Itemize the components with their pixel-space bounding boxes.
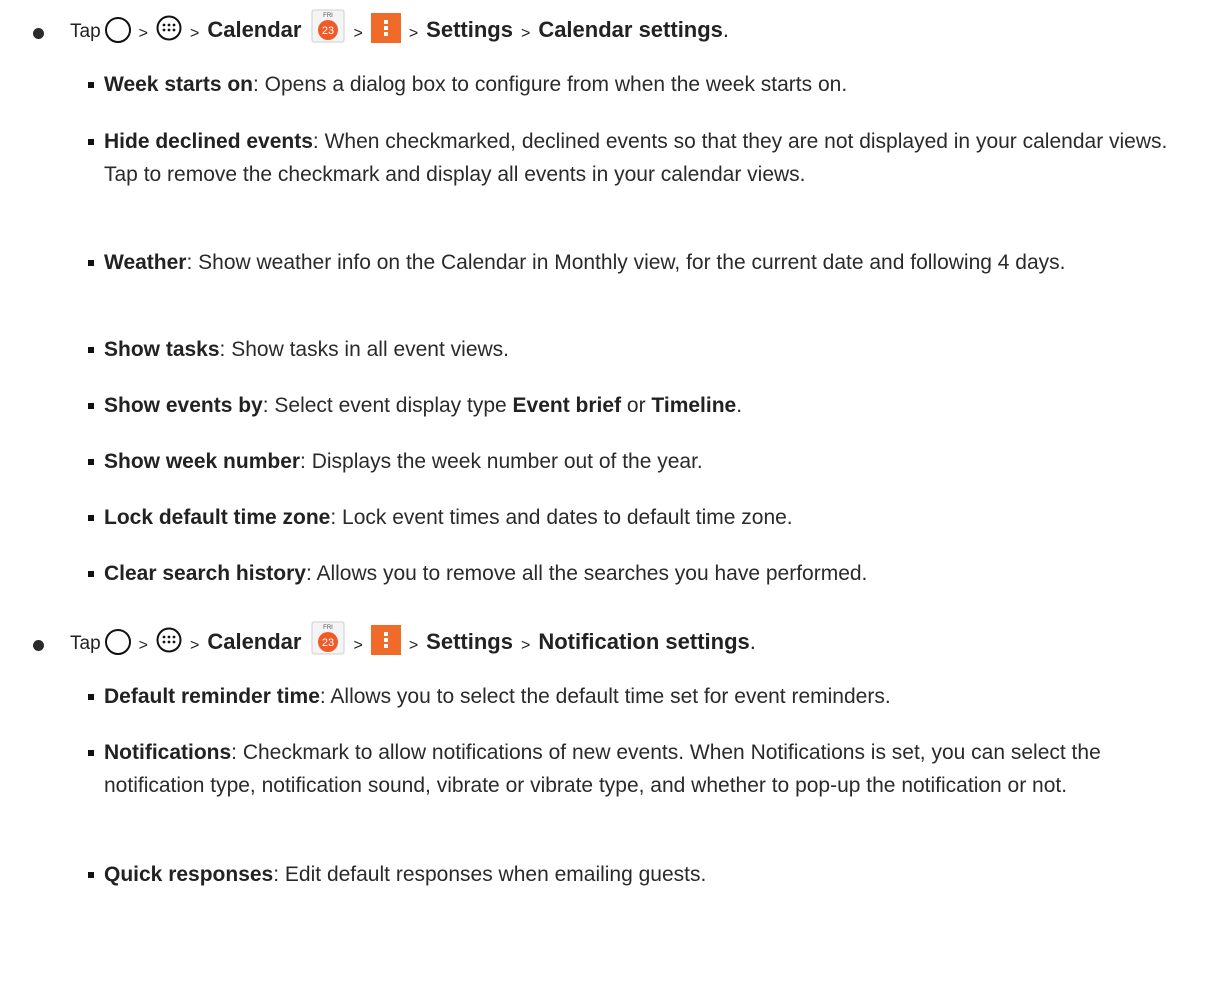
list-item: Show week number: Displays the week numb… [88, 446, 1184, 479]
separator: > [520, 25, 531, 42]
square-bullet-icon [88, 139, 94, 145]
separator: > [138, 25, 148, 42]
separator: > [138, 637, 148, 654]
tap-label: Tap [70, 633, 101, 654]
calendar-label: Calendar [207, 629, 302, 654]
option-timeline: Timeline [651, 394, 737, 417]
item-desc: : Show tasks in all event views. [219, 338, 510, 361]
apps-icon [156, 627, 182, 653]
list-item: Week starts on: Opens a dialog box to co… [88, 69, 1184, 102]
calendar-app-icon: FRI 23 [311, 621, 345, 655]
item-desc: : Displays the week number out of the ye… [300, 450, 703, 473]
separator: > [408, 637, 419, 654]
list-item: Default reminder time: Allows you to sel… [88, 681, 1184, 714]
item-desc: : Lock event times and dates to default … [330, 506, 793, 529]
list-item: Lock default time zone: Lock event times… [88, 502, 1184, 535]
bullet-dot [33, 28, 44, 39]
square-bullet-icon [88, 694, 94, 700]
item-term: Quick responses [104, 863, 274, 886]
settings-label: Settings [426, 17, 513, 42]
target-label: Notification settings [538, 629, 750, 654]
home-icon [104, 17, 131, 43]
separator: > [353, 637, 363, 654]
item-desc: : Allows you to select the default time … [319, 685, 891, 708]
separator: > [189, 25, 200, 42]
item-desc: : Allows you to remove all the searches … [305, 562, 868, 585]
list-item: Show events by: Select event display typ… [88, 390, 1184, 423]
calendar-icon-day: FRI [324, 13, 334, 19]
square-bullet-icon [88, 82, 94, 88]
home-icon [104, 629, 131, 655]
list-item: Clear search history: Allows you to remo… [88, 558, 1184, 591]
list-item: Quick responses: Edit default responses … [88, 859, 1184, 892]
list-item: Hide declined events: When checkmarked, … [88, 126, 1184, 191]
nav-path: Tap > > Calendar FRI 23 > > Settings > [70, 620, 756, 664]
option-event-brief: Event brief [512, 394, 622, 417]
square-bullet-icon [88, 347, 94, 353]
separator: > [408, 25, 419, 42]
calendar-icon-day: FRI [324, 625, 334, 631]
item-term: Lock default time zone [104, 506, 331, 529]
settings-label: Settings [426, 629, 513, 654]
item-term: Weather [104, 251, 187, 274]
overflow-menu-icon [370, 13, 401, 43]
bullet-calendar-settings: Tap > > Calendar FRI 23 > > Settings > C… [0, 0, 1213, 50]
separator: > [520, 637, 531, 654]
square-bullet-icon [88, 403, 94, 409]
period: . [722, 17, 730, 42]
bullet-notification-settings: Tap > > Calendar FRI 23 > > Settings > N… [0, 612, 1213, 662]
item-desc: : Checkmark to allow notifications of ne… [104, 741, 1101, 797]
list-item: Weather: Show weather info on the Calend… [88, 247, 1184, 280]
item-term: Week starts on [104, 73, 253, 96]
target-label: Calendar settings [538, 17, 723, 42]
square-bullet-icon [88, 750, 94, 756]
overflow-menu-icon [370, 625, 401, 655]
bullet-dot [33, 640, 44, 651]
list-item: Notifications: Checkmark to allow notifi… [88, 737, 1184, 802]
nav-path: Tap > > Calendar FRI 23 > > Settings > [70, 8, 729, 52]
item-desc: : Opens a dialog box to configure from w… [253, 73, 848, 96]
item-term: Show week number [104, 450, 301, 473]
document-page: Tap > > Calendar FRI 23 > > Settings > C… [0, 0, 1213, 987]
square-bullet-icon [88, 459, 94, 465]
period: . [736, 394, 743, 417]
calendar-icon-date: 23 [322, 637, 334, 649]
item-term: Show tasks [104, 338, 220, 361]
or-text: or [621, 394, 652, 417]
item-term: Default reminder time [104, 685, 320, 708]
square-bullet-icon [88, 872, 94, 878]
separator: > [353, 25, 363, 42]
square-bullet-icon [88, 260, 94, 266]
calendar-app-icon: FRI 23 [311, 9, 345, 43]
list-item: Show tasks: Show tasks in all event view… [88, 334, 1184, 367]
item-desc: : Show weather info on the Calendar in M… [186, 251, 1066, 274]
item-desc: : Select event display type [262, 394, 513, 417]
item-term: Notifications [104, 741, 232, 764]
apps-icon [156, 15, 182, 41]
item-term: Clear search history [104, 562, 306, 585]
calendar-label: Calendar [207, 17, 302, 42]
item-term: Show events by [104, 394, 263, 417]
item-term: Hide declined events [104, 130, 313, 153]
square-bullet-icon [88, 515, 94, 521]
calendar-icon-date: 23 [322, 25, 334, 37]
separator: > [189, 637, 200, 654]
period: . [749, 629, 756, 654]
tap-label: Tap [70, 21, 101, 42]
square-bullet-icon [88, 571, 94, 577]
item-desc: : Edit default responses when emailing g… [273, 863, 707, 886]
